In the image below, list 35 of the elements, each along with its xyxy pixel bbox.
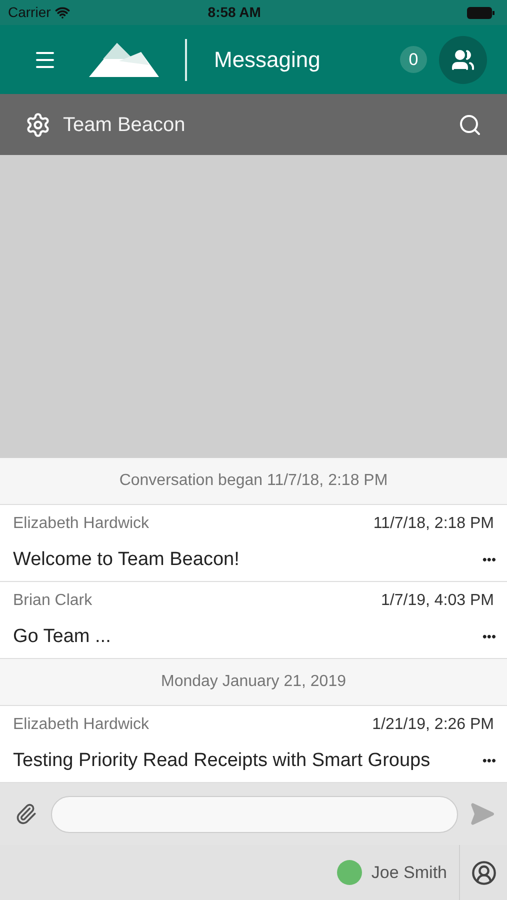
user-name: Joe Smith — [371, 862, 447, 884]
mountain-logo — [89, 42, 159, 76]
wifi-icon — [54, 5, 70, 20]
people-button[interactable] — [439, 36, 487, 84]
count-badge: 0 — [400, 46, 427, 73]
message-time: 1/21/19, 2:26 PM — [372, 714, 494, 735]
message-time: 1/7/19, 4:03 PM — [381, 590, 494, 611]
settings-button[interactable] — [25, 112, 51, 138]
status-time: 8:58 AM — [208, 3, 261, 22]
paperclip-icon — [15, 803, 37, 825]
profile-button[interactable] — [470, 860, 496, 886]
search-button[interactable] — [458, 112, 482, 136]
search-icon — [458, 112, 482, 136]
message-text: Testing Priority Read Receipts with Smart Groups — [13, 748, 430, 773]
message-text: Welcome to Team Beacon! — [13, 548, 240, 572]
team-title: Team Beacon — [63, 112, 186, 138]
more-button[interactable]: ••• — [482, 751, 496, 771]
attach-button[interactable] — [15, 803, 37, 825]
sender-name: Elizabeth Hardwick — [13, 514, 150, 534]
message-input[interactable] — [51, 796, 458, 832]
carrier-label: Carrier — [8, 3, 51, 22]
sender-name: Brian Clark — [13, 590, 92, 611]
more-button[interactable]: ••• — [482, 627, 496, 647]
message-text: Go Team ... — [13, 624, 111, 649]
people-icon — [451, 48, 475, 72]
message-time: 11/7/18, 2:18 PM — [373, 514, 494, 534]
settings-icon — [25, 112, 51, 138]
user-icon — [470, 860, 496, 886]
more-button[interactable]: ••• — [482, 550, 496, 570]
date-separator: Conversation began 11/7/18, 2:18 PM — [119, 471, 388, 491]
header-title: Messaging — [214, 46, 320, 74]
battery-icon — [467, 6, 495, 18]
send-icon — [469, 801, 495, 827]
sender-name: Elizabeth Hardwick — [13, 714, 150, 735]
date-separator: Monday January 21, 2019 — [160, 672, 346, 692]
